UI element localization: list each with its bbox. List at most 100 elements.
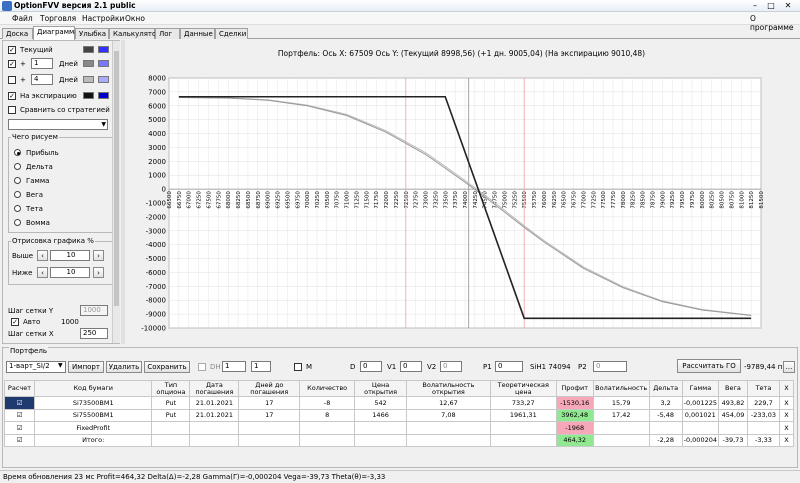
radio-profit[interactable] — [14, 149, 21, 156]
header-calc[interactable]: Расчет — [4, 380, 35, 397]
x-tick-label: 71500 — [364, 191, 370, 209]
tab-diagram[interactable]: Диаграмма — [33, 26, 79, 40]
header-gamma[interactable]: Гамма — [681, 380, 720, 397]
plus1-color-swatch[interactable] — [83, 60, 94, 67]
header-delta[interactable]: Дельта — [648, 380, 683, 397]
cell-delete[interactable]: X — [778, 433, 795, 447]
import-button[interactable]: Импорт — [68, 361, 104, 373]
portfolio-select[interactable]: 1-варт_SI/2 — [6, 361, 66, 373]
above-decrease-button[interactable]: ‹ — [37, 250, 48, 261]
menu-bar: Файл Торговля Настройки Окно О программе — [0, 12, 800, 32]
radio-gamma[interactable] — [14, 177, 21, 184]
header-date[interactable]: Дата погашения — [189, 380, 240, 397]
plus1-days-input[interactable]: 1 — [31, 58, 53, 69]
menu-trading[interactable]: Торговля — [40, 14, 76, 23]
cell-calc[interactable]: ☑ — [4, 421, 35, 435]
tab-board[interactable]: Доска — [2, 28, 33, 39]
tab-data[interactable]: Данные — [180, 28, 215, 39]
tab-log[interactable]: Лог — [155, 28, 180, 39]
header-open-vol[interactable]: Волатильность открытия — [406, 380, 491, 397]
plus2-put-color-swatch[interactable] — [98, 76, 109, 83]
table-row[interactable]: ☑ Итого: 464,32 -2,28 -0,000204 -39,73 -3,33 X — [4, 433, 795, 447]
calc-margin-button[interactable]: Рассчитать ГО — [677, 359, 741, 373]
header-code[interactable]: Код бумаги — [33, 380, 153, 397]
expiry-put-color-swatch[interactable] — [98, 92, 109, 99]
cell-delete[interactable]: X — [778, 396, 795, 410]
p2-input[interactable]: 0 — [593, 361, 627, 372]
header-vega[interactable]: Вега — [718, 380, 748, 397]
cell-delete[interactable]: X — [778, 421, 795, 435]
header-vol[interactable]: Волатильность — [592, 380, 650, 397]
plus2-days-input[interactable]: 4 — [31, 74, 53, 85]
cell-qty: -8 — [299, 396, 356, 410]
d-input[interactable]: 0 — [360, 361, 382, 372]
v2-input[interactable]: 0 — [440, 361, 462, 372]
expiry-color-swatch[interactable] — [83, 92, 94, 99]
grid-y-input[interactable]: 1000 — [80, 305, 108, 316]
compare-checkbox[interactable] — [8, 106, 16, 114]
x-tick-label: 78500 — [641, 191, 647, 209]
x-tick-label: 75750 — [532, 191, 538, 209]
current-put-color-swatch[interactable] — [98, 46, 109, 53]
table-row[interactable]: ☑ FixedProfit -1968 X — [4, 421, 795, 435]
p1-input[interactable]: 0 — [495, 361, 523, 372]
above-increase-button[interactable]: › — [93, 250, 104, 261]
cell-delete[interactable]: X — [778, 408, 795, 422]
radio-vega[interactable] — [14, 191, 21, 198]
cell-calc[interactable]: ☑ — [4, 396, 35, 410]
header-type[interactable]: Тип опциона — [151, 380, 191, 397]
plus2-color-swatch[interactable] — [83, 76, 94, 83]
menu-settings[interactable]: Настройки — [82, 14, 124, 23]
tab-calculator[interactable]: Калькулятор — [109, 28, 161, 39]
menu-window[interactable]: Окно — [125, 14, 145, 23]
dh-checkbox[interactable] — [198, 363, 206, 371]
radio-delta[interactable] — [14, 163, 21, 170]
header-theo-price[interactable]: Теоретическая цена — [489, 380, 557, 397]
minimize-button[interactable]: – — [748, 0, 762, 11]
cell-calc[interactable]: ☑ — [4, 408, 35, 422]
current-checkbox[interactable]: ✓ — [8, 46, 16, 54]
header-theta[interactable]: Тета — [746, 380, 780, 397]
below-input[interactable]: 10 — [50, 267, 90, 278]
save-button[interactable]: Сохранить — [144, 361, 190, 373]
menu-file[interactable]: Файл — [12, 14, 33, 23]
scrollbar-thumb[interactable] — [114, 51, 119, 306]
below-increase-button[interactable]: › — [93, 267, 104, 278]
radio-theta[interactable] — [14, 205, 21, 212]
cell-calc[interactable]: ☑ — [4, 433, 35, 447]
current-color-swatch[interactable] — [83, 46, 94, 53]
tab-deals[interactable]: Сделки — [215, 28, 248, 39]
delete-button[interactable]: Удалить — [106, 361, 142, 373]
header-days[interactable]: Дней до погашения — [238, 380, 301, 397]
payoff-chart[interactable]: -10000-9000-8000-7000-6000-5000-4000-300… — [125, 40, 798, 344]
strategy-select[interactable]: ▼ — [8, 119, 108, 130]
table-row[interactable]: ☑ Si73500BM1 Put 21.01.2021 17 -8 542 12,67 733,… — [4, 396, 795, 410]
panel-scrollbar[interactable] — [112, 41, 120, 343]
m-checkbox[interactable] — [294, 363, 302, 371]
grid-x-input[interactable]: 250 — [80, 328, 108, 339]
tab-smile[interactable]: Улыбка — [75, 28, 109, 39]
above-input[interactable]: 10 — [50, 250, 90, 261]
expiry-checkbox[interactable]: ✓ — [8, 92, 16, 100]
below-decrease-button[interactable]: ‹ — [37, 267, 48, 278]
v1-input[interactable]: 0 — [400, 361, 422, 372]
cell-type: Put — [151, 396, 191, 410]
plus1-checkbox[interactable]: ✓ — [8, 60, 16, 68]
more-button[interactable]: ... — [783, 361, 795, 373]
close-button[interactable]: ✕ — [781, 0, 795, 11]
plus2-checkbox[interactable] — [8, 76, 16, 84]
table-header-row: Расчет Код бумаги Тип опциона Дата погаш… — [4, 380, 795, 397]
cell-qty — [299, 421, 356, 435]
radio-vomma[interactable] — [14, 219, 21, 226]
auto-checkbox[interactable]: ✓ — [11, 318, 19, 326]
header-qty[interactable]: Количество — [299, 380, 356, 397]
table-row[interactable]: ☑ Si75500BM1 Put 21.01.2021 17 8 1466 7,08 1961,… — [4, 408, 795, 422]
plus1-put-color-swatch[interactable] — [98, 60, 109, 67]
header-profit[interactable]: Профит — [555, 380, 594, 397]
dh-input-1[interactable]: 1 — [222, 361, 246, 372]
header-open-price[interactable]: Цена открытия — [354, 380, 408, 397]
maximize-button[interactable]: □ — [764, 0, 778, 11]
dh-input-2[interactable]: 1 — [251, 361, 271, 372]
header-delete[interactable]: X — [778, 380, 795, 397]
cell-open-price: 542 — [354, 396, 408, 410]
